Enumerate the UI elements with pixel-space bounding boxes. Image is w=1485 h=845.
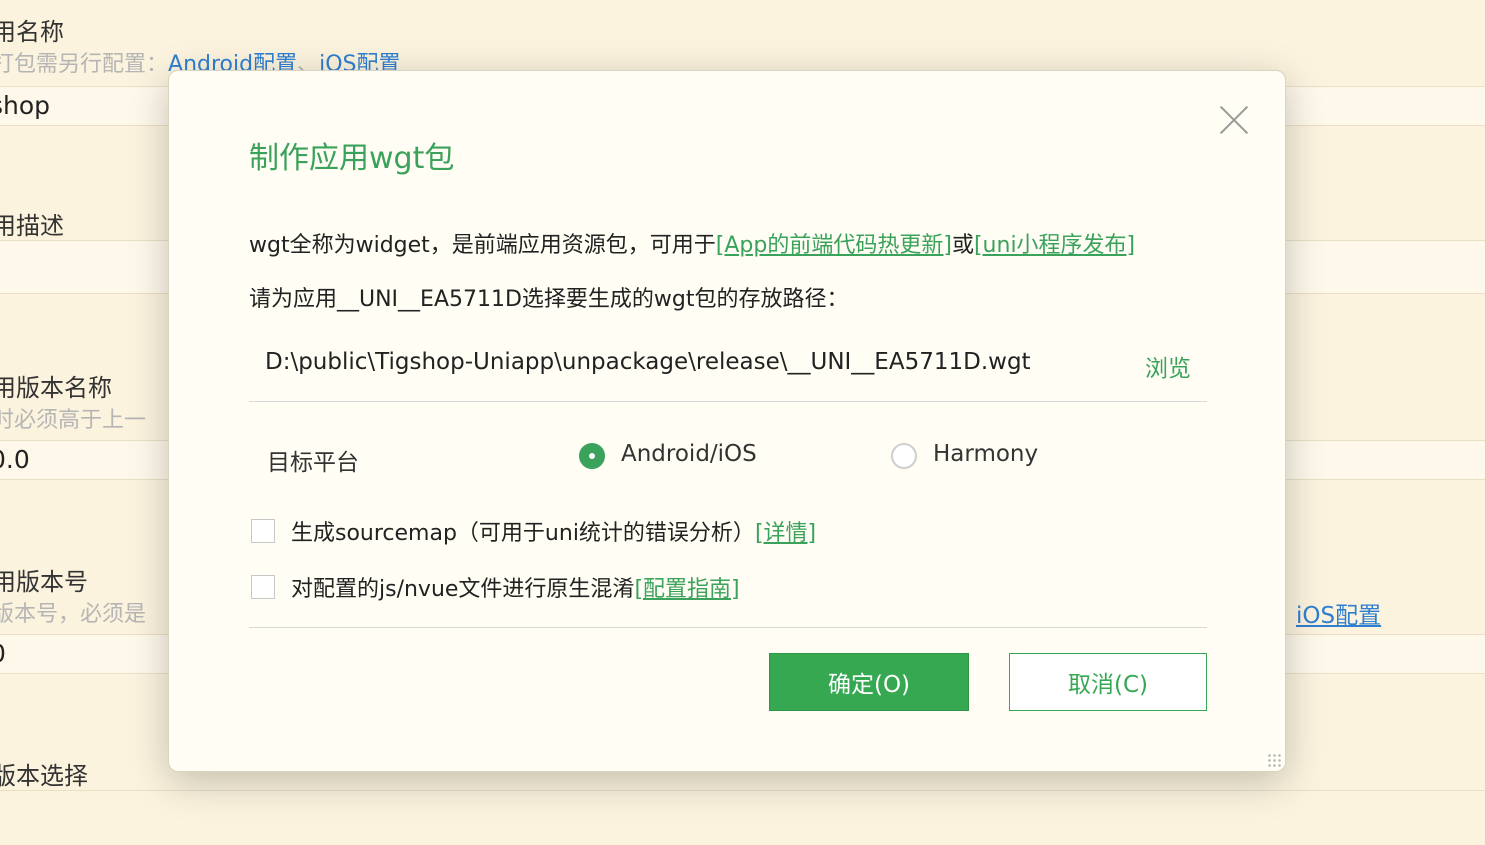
sourcemap-text: 生成sourcemap（可用于uni统计的错误分析）[详情] [291,515,816,547]
obfuscate-guide-link[interactable]: [配置指南] [634,577,739,602]
radio-unselected-icon[interactable] [891,443,917,469]
resize-grip-icon[interactable] [1267,753,1281,767]
sourcemap-checkbox[interactable] [251,519,275,543]
mini-program-link[interactable]: [uni小程序发布] [974,233,1135,258]
path-field: D:\public\Tigshop-Uniapp\unpackage\relea… [249,333,1207,402]
version-name-label: 用版本名称 [0,374,112,402]
version-code-hint: 版本号，必须是 [0,602,147,627]
obfuscate-label: 对配置的js/nvue文件进行原生混淆 [291,577,635,602]
app-name-label: 用名称 [0,18,64,46]
intro-text-main: wgt全称为widget，是前端应用资源包，可用于 [249,233,716,258]
obfuscate-checkbox[interactable] [251,575,275,599]
version-code-ios-config-link[interactable]: iOS配置 [1296,596,1381,630]
sourcemap-label: 生成sourcemap（可用于uni统计的错误分析） [291,521,755,546]
intro-text: wgt全称为widget，是前端应用资源包，可用于[App的前端代码热更新]或[… [249,227,1135,259]
radio-selected-icon[interactable] [579,443,605,469]
path-input[interactable]: D:\public\Tigshop-Uniapp\unpackage\relea… [265,349,1031,375]
app-desc-label: 用描述 [0,212,64,240]
version-select-label: 版本选择 [0,762,88,790]
make-wgt-dialog: 制作应用wgt包 wgt全称为widget，是前端应用资源包，可用于[App的前… [168,70,1286,772]
cancel-button[interactable]: 取消(C) [1009,653,1207,711]
version-code-label: 用版本号 [0,568,88,596]
close-icon[interactable] [1219,105,1249,135]
ok-button[interactable]: 确定(O) [769,653,969,711]
divider [0,790,1485,791]
intro-or: 或 [951,233,974,258]
sourcemap-details-link[interactable]: [详情] [755,521,816,546]
version-code-value: 0 [0,639,6,668]
version-name-value: 0.0 [0,445,30,474]
divider [249,627,1207,628]
path-prompt: 请为应用__UNI__EA5711D选择要生成的wgt包的存放路径： [249,287,849,312]
browse-button[interactable]: 浏览 [1145,349,1191,383]
app-name-value: shop [0,91,51,120]
obfuscate-text: 对配置的js/nvue文件进行原生混淆[配置指南] [291,571,740,603]
radio-harmony-label: Harmony [933,441,1039,467]
dialog-title: 制作应用wgt包 [249,141,455,176]
platform-label: 目标平台 [267,450,359,476]
radio-android-ios-label: Android/iOS [621,441,757,467]
version-name-hint: 时必须高于上一 [0,408,147,433]
hot-update-link[interactable]: [App的前端代码热更新] [716,233,952,258]
app-name-hint-prefix: 打包需另行配置： [0,52,169,77]
